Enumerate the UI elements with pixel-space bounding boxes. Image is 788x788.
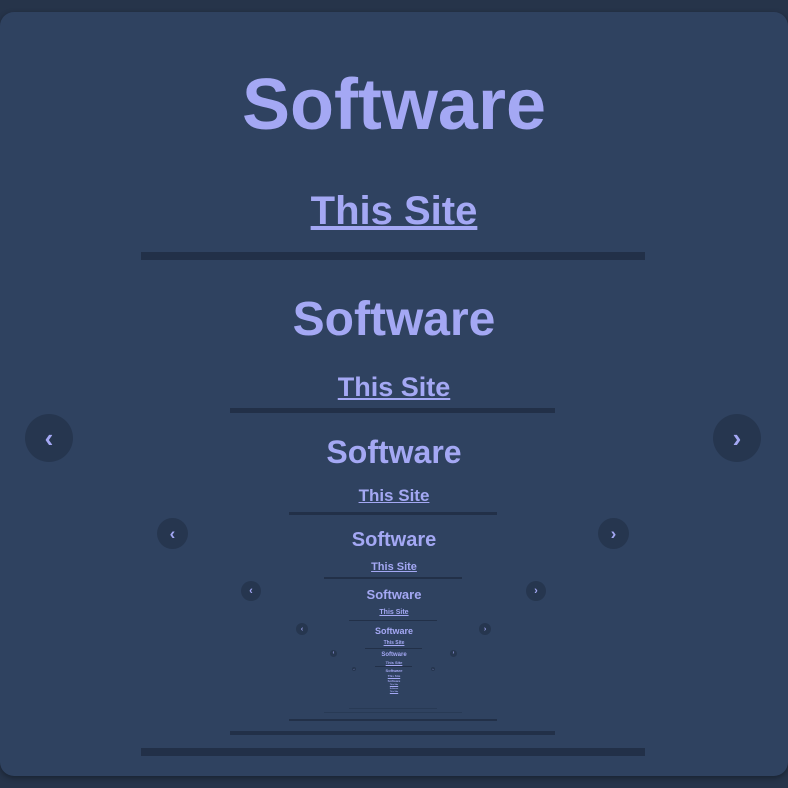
this-site-link[interactable]: This Site <box>0 641 788 646</box>
divider-bottom <box>141 748 645 756</box>
this-site-link[interactable]: This Site <box>0 562 788 573</box>
slide-title: Software <box>326 434 462 470</box>
this-site-link[interactable]: This Site <box>0 684 788 686</box>
this-site-link[interactable]: This Site <box>0 691 788 693</box>
slide-title: Software <box>389 688 399 690</box>
slide-title: Software <box>366 587 422 602</box>
slide-title: Software <box>241 65 547 145</box>
divider-bottom <box>289 719 497 721</box>
divider-top <box>349 620 437 621</box>
divider-bottom <box>349 708 437 709</box>
divider-top <box>141 252 645 260</box>
slide-title: Software <box>374 626 413 636</box>
this-site-link[interactable]: This Site <box>0 487 788 504</box>
slide-title: Software <box>385 668 403 673</box>
this-site-link[interactable]: This Site <box>0 661 788 665</box>
this-site-link[interactable]: This Site <box>0 609 788 616</box>
slide-title: Software <box>387 679 401 683</box>
divider-top <box>365 648 422 649</box>
slide-title: Software <box>292 293 496 346</box>
divider-top <box>289 512 497 515</box>
divider-top <box>375 666 412 667</box>
divider-bottom <box>324 712 462 713</box>
divider-top <box>324 577 462 579</box>
this-site-link[interactable]: This Site <box>0 374 788 401</box>
this-site-link[interactable]: This Site <box>0 191 788 231</box>
divider-top <box>230 408 555 413</box>
this-site-link[interactable]: This Site <box>0 675 788 678</box>
divider-bottom <box>230 731 555 735</box>
slide-title: Software <box>381 652 407 658</box>
slide-title: Software <box>351 529 437 551</box>
